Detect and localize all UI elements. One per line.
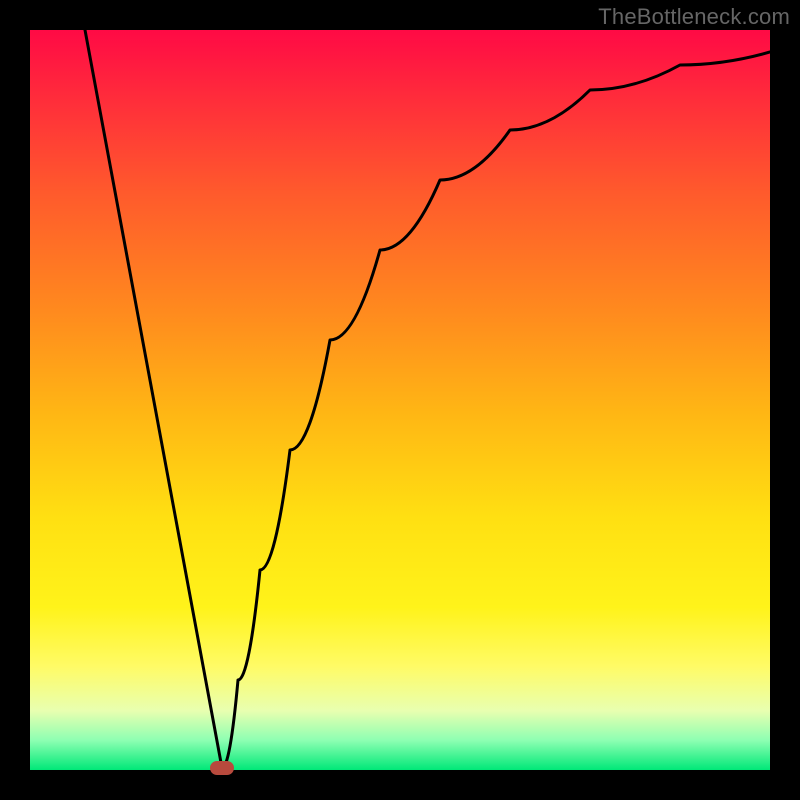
vertex-marker [210, 761, 234, 775]
chart-plot-area [30, 30, 770, 770]
watermark-text: TheBottleneck.com [598, 4, 790, 30]
curve-path [85, 30, 770, 768]
chart-curve [30, 30, 770, 770]
